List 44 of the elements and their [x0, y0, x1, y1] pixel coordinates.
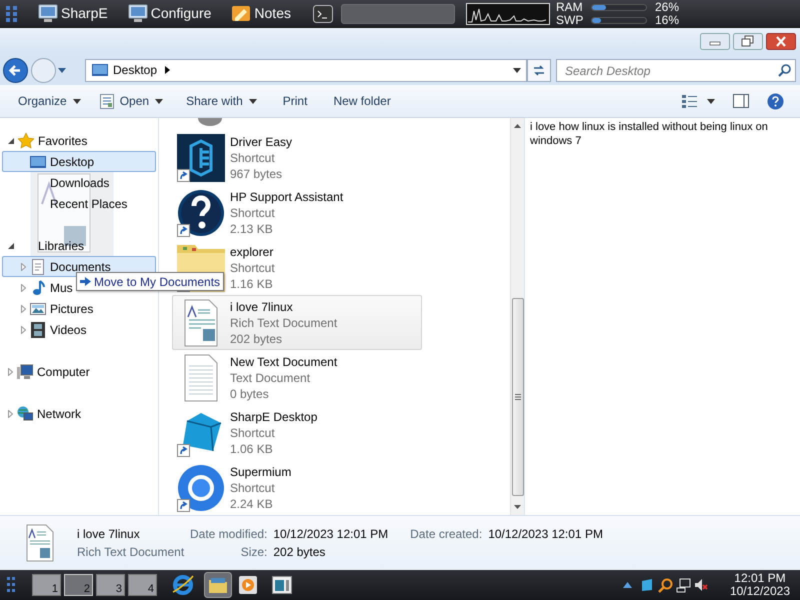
file-name: i love 7linux	[230, 298, 294, 314]
nav-item-label: Documents	[50, 258, 111, 276]
file-size: 202 bytes	[230, 330, 284, 346]
preview-text: i love how linux is installed without being linux on windows 7	[530, 120, 769, 148]
details-label: Date created:	[410, 526, 482, 543]
meter-label: SWP	[556, 14, 584, 26]
nav-item-label: Desktop	[50, 154, 94, 170]
address-text: Desktop	[113, 62, 158, 79]
details-value: 202 bytes	[273, 544, 326, 561]
file-name: Supermium	[230, 464, 292, 480]
nav-item-label: Videos	[50, 322, 86, 338]
file-size: 1.16 KB	[230, 276, 274, 292]
file-size: 967 bytes	[230, 166, 284, 182]
meter-reading: 16%	[654, 14, 680, 26]
file-type: Rich Text Document	[230, 314, 338, 330]
meter-reading: 26%	[654, 0, 680, 14]
details-label: Size:	[240, 544, 268, 561]
file-size: 2.24 KB	[230, 496, 274, 512]
details-type: Rich Text Document	[77, 544, 186, 561]
file-name: SharpE Desktop	[230, 408, 318, 424]
details-name: i love 7linux	[77, 526, 141, 543]
file-type: Shortcut	[230, 260, 275, 276]
nav-item-label: Downloads	[50, 174, 110, 192]
details-value: 10/12/2023 12:01 PM	[488, 526, 603, 543]
file-type: Text Document	[230, 370, 312, 386]
details-value: 10/12/2023 12:01 PM	[273, 526, 388, 543]
details-label: Date modified:	[190, 526, 268, 543]
file-name: HP Support Assistant	[230, 188, 344, 204]
file-size: 2.13 KB	[230, 220, 274, 236]
file-type: Shortcut	[230, 480, 276, 496]
file-size: 0 bytes	[230, 386, 270, 402]
file-type: Shortcut	[230, 150, 276, 166]
file-type: Shortcut	[230, 424, 276, 440]
file-type: Shortcut	[230, 204, 276, 220]
file-name: Driver Easy	[230, 134, 292, 150]
nav-item-label: Mus	[50, 280, 73, 296]
nav-item-label: Recent Places	[50, 196, 128, 212]
file-name: explorer	[230, 244, 274, 260]
clock-time: 12:01 PM	[734, 572, 786, 585]
file-name: New Text Document	[230, 354, 338, 370]
meter-label: RAM	[556, 0, 584, 14]
clock-date: 10/12/2023	[730, 585, 790, 598]
file-size: 1.06 KB	[230, 440, 274, 456]
nav-item-label: Pictures	[50, 300, 94, 318]
